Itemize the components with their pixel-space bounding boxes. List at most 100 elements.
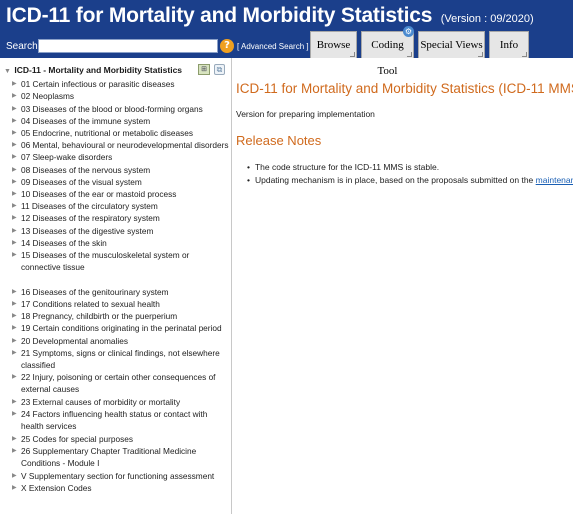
tree-root[interactable]: ▼ ICD-11 - Mortality and Morbidity Stati… (4, 65, 182, 75)
tree-item[interactable]: ▶ 09 Diseases of the visual system (12, 176, 230, 188)
tree-root-label: ICD-11 - Mortality and Morbidity Statist… (14, 65, 183, 75)
collapsed-arrow-icon[interactable]: ▶ (12, 249, 17, 261)
collapsed-arrow-icon[interactable]: ▶ (12, 470, 17, 482)
maintenance-platform-link[interactable]: maintenance platform (536, 175, 573, 185)
collapsed-arrow-icon[interactable]: ▶ (12, 433, 17, 445)
expand-arrow-icon[interactable]: ▼ (4, 68, 12, 75)
collapsed-arrow-icon[interactable]: ▶ (12, 78, 17, 90)
search-input[interactable] (38, 39, 218, 53)
collapsed-arrow-icon[interactable]: ▶ (12, 200, 17, 212)
tree-item-label: 22 Injury, poisoning or certain other co… (21, 372, 216, 395)
help-icon[interactable]: ? (220, 39, 234, 53)
tree-item[interactable]: ▶ X Extension Codes (12, 482, 230, 494)
collapsed-arrow-icon[interactable]: ▶ (12, 139, 17, 151)
tree-item[interactable]: ▶ 03 Diseases of the blood or blood-formi… (12, 103, 230, 115)
page-title: ICD-11 for Mortality and Morbidity Stati… (236, 81, 573, 96)
release-note-text: The code structure for the ICD-11 MMS is… (254, 162, 440, 172)
tree-item-label: 18 Pregnancy, childbirth or the puerperi… (21, 311, 178, 321)
tree-item[interactable]: ▶ 26 Supplementary Chapter Traditional Me… (12, 445, 230, 469)
collapsed-arrow-icon[interactable]: ▶ (12, 151, 17, 163)
tree-item[interactable]: ▶ 18 Pregnancy, childbirth or the puerper… (12, 310, 230, 322)
gear-icon: ⚙ (403, 26, 414, 37)
hierarchy-icon[interactable]: ⊞ (198, 64, 210, 75)
release-notes-heading: Release Notes (236, 133, 322, 148)
list-item: • The code structure for the ICD-11 MMS i… (247, 161, 573, 174)
tree-item[interactable]: ▶ 24 Factors influencing health status or… (12, 408, 230, 432)
collapsed-arrow-icon[interactable]: ▶ (12, 212, 17, 224)
bullet-icon: • (247, 162, 250, 172)
collapsed-arrow-icon[interactable]: ▶ (12, 127, 17, 139)
tab-browse-label: Browse (316, 39, 351, 51)
collapsed-arrow-icon[interactable]: ▶ (12, 225, 17, 237)
tab-special-views[interactable]: Special Views (418, 31, 485, 58)
tree-item[interactable]: ▶ 25 Codes for special purposes (12, 433, 230, 445)
collapsed-arrow-icon[interactable]: ▶ (12, 322, 17, 334)
tree-item[interactable]: ▶ 20 Developmental anomalies (12, 335, 230, 347)
collapsed-arrow-icon[interactable]: ▶ (12, 310, 17, 322)
tab-corner-icon (478, 52, 483, 57)
collapsed-arrow-icon[interactable]: ▶ (12, 176, 17, 188)
tree-item[interactable]: ▶ 11 Diseases of the circulatory system (12, 200, 230, 212)
version-label: (Version : 09/2020) (440, 13, 534, 25)
tree-item[interactable]: ▶ 01 Certain infectious or parasitic dise… (12, 78, 230, 90)
tree-item-label: X Extension Codes (21, 483, 92, 493)
tree-item[interactable]: ▶ 15 Diseases of the musculoskeletal syst… (12, 249, 230, 273)
tree-item[interactable]: ▶ 22 Injury, poisoning or certain other c… (12, 371, 230, 395)
tree-item-label: 12 Diseases of the respiratory system (21, 213, 160, 223)
collapsed-arrow-icon[interactable]: ▶ (12, 298, 17, 310)
tree-item[interactable]: ▶ 19 Certain conditions originating in th… (12, 322, 230, 334)
tab-info[interactable]: Info (489, 31, 529, 58)
tree-item[interactable]: ▶ 12 Diseases of the respiratory system (12, 212, 230, 224)
tree-item-label: 15 Diseases of the musculoskeletal syste… (21, 250, 190, 273)
tree-item[interactable]: ▶ 08 Diseases of the nervous system (12, 164, 230, 176)
tree-item-label: 10 Diseases of the ear or mastoid proces… (21, 189, 177, 199)
tree-item-label: 23 External causes of morbidity or morta… (21, 397, 181, 407)
collapsed-arrow-icon[interactable]: ▶ (12, 115, 17, 127)
tree-item[interactable]: ▶ 04 Diseases of the immune system (12, 115, 230, 127)
collapsed-arrow-icon[interactable]: ▶ (12, 286, 17, 298)
tab-browse[interactable]: Browse (310, 31, 357, 58)
tree-item-label: 17 Conditions related to sexual health (21, 299, 160, 309)
collapsed-arrow-icon[interactable]: ▶ (12, 482, 17, 494)
tree-item-label: 26 Supplementary Chapter Traditional Med… (21, 446, 197, 469)
release-notes-list: • The code structure for the ICD-11 MMS i… (247, 161, 573, 186)
content-panel: ICD-11 for Mortality and Morbidity Stati… (233, 58, 573, 514)
bullet-icon: • (247, 174, 250, 185)
tab-corner-icon (407, 52, 412, 57)
collapsed-arrow-icon[interactable]: ▶ (12, 335, 17, 347)
collapsed-arrow-icon[interactable]: ▶ (12, 396, 17, 408)
tree-item-label: 03 Diseases of the blood or blood-formin… (21, 104, 203, 114)
collapsed-arrow-icon[interactable]: ▶ (12, 103, 17, 115)
list-item: • Updating mechanism is in place, based o… (247, 174, 573, 187)
collapsed-arrow-icon[interactable]: ▶ (12, 445, 17, 457)
tree-item[interactable]: ▶ V Supplementary section for functioning… (12, 470, 230, 482)
tab-info-label: Info (499, 39, 519, 51)
tree-item[interactable]: ▶ 21 Symptoms, signs or clinical findings… (12, 347, 230, 371)
tree-item[interactable]: ▶ 13 Diseases of the digestive system (12, 225, 230, 237)
collapsed-arrow-icon[interactable]: ▶ (12, 164, 17, 176)
collapsed-arrow-icon[interactable]: ▶ (12, 237, 17, 249)
tree-item-label: 13 Diseases of the digestive system (21, 226, 154, 236)
tree-item[interactable]: ▶ 05 Endocrine, nutritional or metabolic … (12, 127, 230, 139)
copy-icon[interactable]: ⧉ (214, 64, 225, 75)
tree-item[interactable]: ▶ 06 Mental, behavioural or neurodevelopm… (12, 139, 230, 151)
collapsed-arrow-icon[interactable]: ▶ (12, 90, 17, 102)
tree-item-label: 08 Diseases of the nervous system (21, 165, 151, 175)
tree-item-label: 21 Symptoms, signs or clinical findings,… (21, 348, 220, 371)
tree-item[interactable]: ▶ 07 Sleep-wake disorders (12, 151, 230, 163)
tree-item[interactable]: ▶ 17 Conditions related to sexual health (12, 298, 230, 310)
advanced-search-link[interactable]: [ Advanced Search ] (237, 42, 309, 51)
collapsed-arrow-icon[interactable]: ▶ (12, 408, 17, 420)
tree-item-label: 14 Diseases of the skin (21, 238, 107, 248)
collapsed-arrow-icon[interactable]: ▶ (12, 347, 17, 359)
tree-item[interactable]: ▶ 16 Diseases of the genitourinary system (12, 286, 230, 298)
tree-item[interactable]: ▶ 23 External causes of morbidity or mort… (12, 396, 230, 408)
tree-item[interactable]: ▶ 14 Diseases of the skin (12, 237, 230, 249)
tree-item[interactable]: ▶ 02 Neoplasms (12, 90, 230, 102)
version-description: Version for preparing implementation (236, 109, 375, 119)
tree-item-label: 20 Developmental anomalies (21, 336, 129, 346)
tree-item[interactable]: ▶ 10 Diseases of the ear or mastoid proce… (12, 188, 230, 200)
collapsed-arrow-icon[interactable]: ▶ (12, 371, 17, 383)
collapsed-arrow-icon[interactable]: ▶ (12, 188, 17, 200)
app-header: ICD-11 for Mortality and Morbidity Stati… (0, 0, 573, 77)
